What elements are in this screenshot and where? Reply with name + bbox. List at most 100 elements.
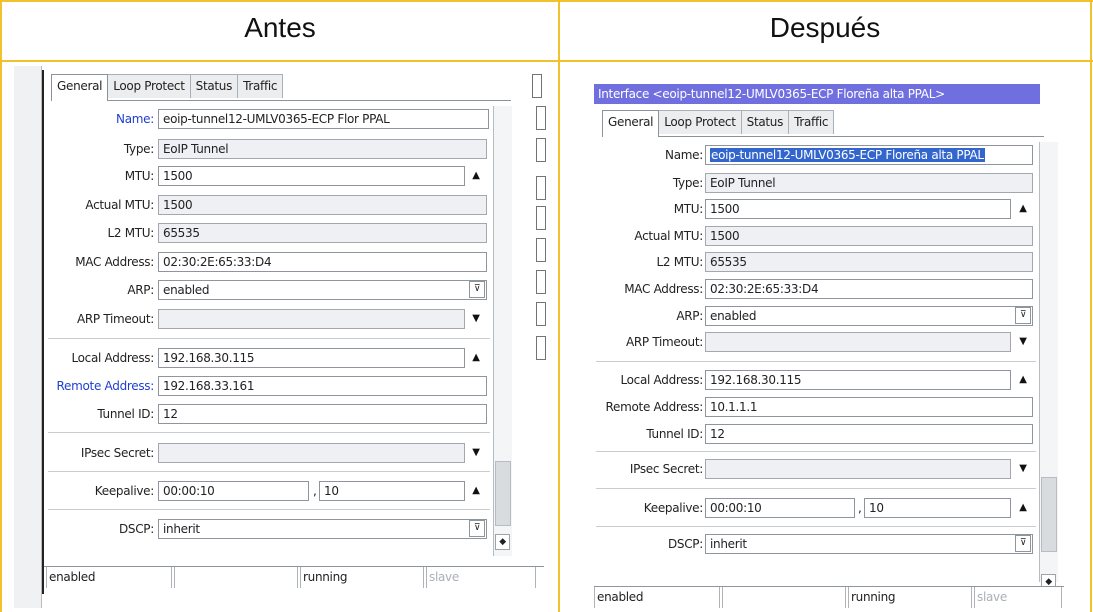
- frame-top-line: [0, 0, 1093, 2]
- dropdown-down-icon[interactable]: ▼: [1016, 335, 1030, 349]
- arp-timeout-field[interactable]: [705, 332, 1011, 352]
- mac-row: MAC Address: 02:30:2E:65:33:D4: [590, 279, 1060, 299]
- keepalive-row: Keepalive: 00:00:10 , 10 ▲: [14, 481, 514, 501]
- arp-timeout-field[interactable]: [158, 309, 465, 329]
- remote-address-label: Remote Address:: [605, 400, 704, 414]
- actual-mtu-field: 1500: [705, 226, 1033, 246]
- type-label: Type:: [672, 176, 703, 190]
- mtu-row: MTU: 1500 ▲: [590, 199, 1060, 219]
- keepalive-field[interactable]: 00:00:10: [705, 498, 855, 518]
- remote-address-field[interactable]: 192.168.33.161: [158, 376, 487, 396]
- scrollbar[interactable]: [1039, 142, 1058, 582]
- local-address-field[interactable]: 192.168.30.115: [158, 348, 465, 368]
- separator: [596, 526, 1036, 527]
- tab-status[interactable]: Status: [189, 74, 239, 98]
- tab-loop-protect[interactable]: Loop Protect: [658, 110, 742, 134]
- actual-mtu-label: Actual MTU:: [85, 198, 154, 212]
- ipsec-secret-label: IPsec Secret:: [80, 446, 154, 460]
- combo-down-icon[interactable]: ⊽: [469, 520, 485, 537]
- tab-traffic[interactable]: Traffic: [237, 74, 284, 98]
- dropdown-down-icon[interactable]: ▼: [1016, 462, 1030, 476]
- local-address-field[interactable]: 192.168.30.115: [705, 370, 1011, 390]
- mtu-row: MTU: 1500 ▲: [14, 166, 514, 186]
- name-field[interactable]: eoip-tunnel12-UMLV0365-ECP Flor PPAL: [158, 109, 489, 129]
- scrollbar-thumb[interactable]: [495, 461, 511, 526]
- side-button[interactable]: [536, 206, 546, 230]
- l2-mtu-label: L2 MTU:: [656, 255, 703, 269]
- side-button[interactable]: [536, 138, 546, 162]
- side-button[interactable]: [536, 106, 546, 130]
- combo-down-icon[interactable]: ⊽: [469, 281, 485, 298]
- separator: [48, 338, 490, 339]
- mac-field[interactable]: 02:30:2E:65:33:D4: [158, 252, 487, 272]
- dscp-label: DSCP:: [667, 537, 703, 551]
- type-field: EoIP Tunnel: [158, 139, 487, 159]
- combo-down-icon[interactable]: ⊽: [1015, 307, 1031, 324]
- keepalive-retries-field[interactable]: 10: [319, 481, 465, 501]
- before-panel: General Loop Protect Status Traffic Name…: [14, 66, 554, 608]
- status-running: running: [300, 567, 424, 588]
- actual-mtu-row: Actual MTU: 1500: [14, 195, 514, 215]
- name-label: Name:: [116, 112, 154, 126]
- dscp-row: DSCP: inherit ⊽: [590, 534, 1060, 554]
- mtu-field[interactable]: 1500: [705, 199, 1011, 219]
- scroll-spin-icon[interactable]: ◆: [495, 534, 510, 550]
- l2-mtu-field: 65535: [705, 252, 1033, 272]
- tab-general[interactable]: General: [51, 74, 109, 101]
- status-enabled: enabled: [594, 587, 720, 608]
- dscp-label: DSCP:: [118, 522, 154, 536]
- mac-field[interactable]: 02:30:2E:65:33:D4: [705, 279, 1033, 299]
- side-button[interactable]: [536, 302, 546, 326]
- local-address-label: Local Address:: [620, 373, 703, 387]
- separator: [48, 509, 490, 510]
- tunnel-id-field[interactable]: 12: [158, 404, 487, 424]
- tunnel-id-row: Tunnel ID: 12: [590, 424, 1060, 444]
- status-bar: enabled running slave: [44, 566, 544, 588]
- status-slave: slave: [974, 587, 1062, 608]
- remote-address-field[interactable]: 10.1.1.1: [705, 397, 1033, 417]
- mtu-field[interactable]: 1500: [158, 166, 465, 186]
- stepper-up-icon[interactable]: ▲: [1016, 373, 1030, 387]
- remote-address-label: Remote Address:: [56, 379, 155, 393]
- ipsec-secret-field[interactable]: [705, 459, 1011, 479]
- tab-general[interactable]: General: [602, 110, 660, 137]
- keepalive-field[interactable]: 00:00:10: [158, 481, 309, 501]
- dscp-select[interactable]: inherit: [158, 519, 487, 539]
- status-empty: [722, 587, 846, 608]
- stepper-up-icon[interactable]: ▲: [1016, 501, 1030, 515]
- combo-down-icon[interactable]: ⊽: [1015, 535, 1031, 552]
- status-running: running: [848, 587, 972, 608]
- stepper-up-icon[interactable]: ▲: [469, 169, 483, 183]
- name-field[interactable]: eoip-tunnel12-UMLV0365-ECP Floreña alta …: [705, 145, 1033, 165]
- scrollbar[interactable]: [493, 106, 512, 556]
- keepalive-retries-field[interactable]: 10: [864, 498, 1011, 518]
- dropdown-down-icon[interactable]: ▼: [469, 312, 483, 326]
- arp-label: ARP:: [676, 309, 703, 323]
- side-button[interactable]: [532, 74, 542, 98]
- tab-traffic[interactable]: Traffic: [788, 110, 835, 134]
- side-button[interactable]: [536, 270, 546, 294]
- ipsec-secret-row: IPsec Secret: ▼: [590, 459, 1060, 479]
- side-button[interactable]: [536, 176, 546, 200]
- arp-select[interactable]: enabled: [705, 306, 1033, 326]
- tab-loop-protect[interactable]: Loop Protect: [107, 74, 191, 98]
- frame-divider-line: [558, 0, 560, 612]
- side-button[interactable]: [536, 238, 546, 262]
- separator: [596, 451, 1036, 452]
- local-address-row: Local Address: 192.168.30.115 ▲: [590, 370, 1060, 390]
- scrollbar-thumb[interactable]: [1041, 477, 1057, 552]
- side-button[interactable]: [536, 336, 546, 360]
- arp-row: ARP: enabled ⊽: [590, 306, 1060, 326]
- dscp-row: DSCP: inherit ⊽: [14, 519, 514, 539]
- dscp-select[interactable]: inherit: [705, 534, 1033, 554]
- type-row: Type: EoIP Tunnel: [14, 139, 514, 159]
- mac-label: MAC Address:: [624, 282, 703, 296]
- tab-status[interactable]: Status: [740, 110, 790, 134]
- stepper-up-icon[interactable]: ▲: [469, 484, 483, 498]
- ipsec-secret-field[interactable]: [158, 443, 465, 463]
- stepper-up-icon[interactable]: ▲: [1016, 202, 1030, 216]
- stepper-up-icon[interactable]: ▲: [469, 351, 483, 365]
- dropdown-down-icon[interactable]: ▼: [469, 446, 483, 460]
- arp-select[interactable]: enabled: [158, 280, 487, 300]
- tunnel-id-field[interactable]: 12: [705, 424, 1033, 444]
